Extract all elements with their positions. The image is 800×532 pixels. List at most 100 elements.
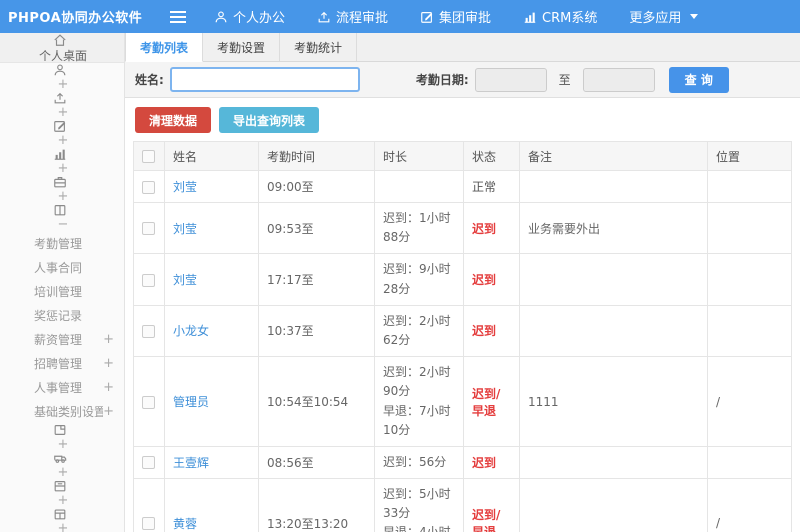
tab-1[interactable]: 考勤设置 [203,33,281,61]
sidebar-item-label: 人事合同 [34,260,83,275]
select-all-checkbox[interactable] [142,150,155,163]
table-row: 王壹辉 08:56至 迟到：56分 迟到 [133,445,792,480]
edit-icon [420,10,434,24]
sidebar-item-0[interactable]: 个人桌面 [0,33,124,63]
cell-location [707,253,792,306]
sidebar-item-4[interactable]: CRM系统+ [0,147,124,175]
row-checkbox[interactable] [142,222,155,236]
tab-0[interactable]: 考勤列表 [125,33,204,62]
cell-duration: 迟到：2小时90分 早退：7小时10分 [374,356,464,447]
duration-line: 早退：7小时10分 [383,403,451,437]
sidebar-item-13[interactable]: 人事管理 + [0,375,124,399]
cell-name[interactable]: 王壹辉 [164,445,259,480]
sidebar-item-16[interactable]: 用车管理+ [0,451,124,479]
cell-time: 10:37至 [258,304,375,358]
flow-icon [317,10,331,24]
expand-icon[interactable]: + [58,105,69,119]
cell-name[interactable]: 管理员 [164,356,259,447]
cell-name[interactable]: 小龙女 [164,304,259,358]
expand-icon[interactable]: + [58,161,69,175]
row-checkbox[interactable] [142,273,155,287]
tab-bar: 考勤列表 考勤设置 考勤统计 [125,33,800,62]
sidebar-item-10[interactable]: 奖惩记录 [0,303,124,327]
sidebar-item-9[interactable]: 培训管理 [0,279,124,303]
sidebar-item-15[interactable]: 公文管理+ [0,423,124,451]
row-checkbox[interactable] [142,456,155,470]
tab-2[interactable]: 考勤统计 [280,33,358,61]
column-header-3: 状态 [463,141,520,171]
sidebar-item-7[interactable]: 考勤管理 [0,231,124,255]
sidebar-item-12[interactable]: 招聘管理 + [0,351,124,375]
sidebar-item-5[interactable]: 行政办公+ [0,175,124,203]
row-checkbox[interactable] [142,324,155,338]
sidebar-item-1[interactable]: 个人办公+ [0,63,124,91]
sidebar-item-17[interactable]: 档案管理+ [0,479,124,507]
sidebar-item-2[interactable]: 流程审批+ [0,91,124,119]
expand-icon[interactable]: + [58,493,69,507]
attendance-table: 姓名 考勤时间 时长 状态 备注 位置 刘莹 09:00至 正常 刘莹 09:53至 迟到：1小时8… [133,141,792,532]
date-to-label: 至 [558,73,571,87]
nav-item-1[interactable]: 流程审批 [301,0,404,33]
export-list-button[interactable]: 导出查询列表 [219,107,320,133]
row-checkbox[interactable] [142,517,155,531]
cell-status: 迟到 [463,445,520,480]
sidebar-item-label: 培训管理 [34,284,83,299]
nav-item-2[interactable]: 集团审批 [404,0,507,33]
archive-icon [53,479,73,493]
sidebar-item-3[interactable]: 集团审批+ [0,119,124,147]
search-button[interactable]: 查 询 [668,66,729,93]
sidebar-item-label: 薪资管理 [34,332,83,347]
sidebar-item-8[interactable]: 人事合同 [0,255,124,279]
cell-name[interactable]: 黄蓉 [164,478,259,532]
doc-icon [53,423,73,437]
clean-data-button[interactable]: 清理数据 [135,107,212,133]
cell-duration: 迟到：56分 [374,445,464,480]
expand-icon[interactable]: + [103,404,114,419]
cell-duration: 迟到：9小时28分 [374,253,464,306]
nav-item-label: 更多应用 [629,11,682,26]
cell-name[interactable]: 刘莹 [164,170,259,203]
column-header-0: 姓名 [164,141,259,171]
nav-item-label: CRM系统 [542,11,598,26]
expand-icon[interactable]: + [58,189,69,203]
expand-icon[interactable]: + [103,380,114,395]
cell-location: / [707,356,792,447]
hamburger-menu-icon[interactable] [158,10,198,24]
flow-icon [53,91,73,105]
column-header-2: 时长 [374,141,464,171]
cell-note: 业务需要外出 [519,201,708,255]
cell-name[interactable]: 刘莹 [164,253,259,306]
sidebar-item-label: 奖惩记录 [34,308,83,323]
cell-name[interactable]: 刘莹 [164,201,259,255]
sidebar-item-14[interactable]: 基础类别设置 + [0,399,124,423]
nav-item-3[interactable]: CRM系统 [507,0,613,33]
date-to-input[interactable] [582,67,655,92]
collapse-icon[interactable]: − [58,217,69,231]
nav-item-0[interactable]: 个人办公 [198,0,301,33]
cell-location [707,170,792,203]
row-checkbox[interactable] [142,180,155,194]
action-bar: 清理数据 导出查询列表 [125,98,800,141]
expand-icon[interactable]: + [58,77,69,91]
expand-icon[interactable]: + [58,465,69,479]
user-icon [53,63,73,77]
expand-icon[interactable]: + [103,332,114,347]
cell-duration: 迟到：5小时33分早退：4小时67分 [374,478,464,532]
date-from-input[interactable] [474,67,547,92]
duration-line: 迟到：2小时90分 [383,365,451,399]
table-row: 小龙女 10:37至 迟到：2小时62分 迟到 [133,304,792,358]
expand-icon[interactable]: + [103,356,114,371]
app-logo: PHPOA协同办公软件 [8,11,143,26]
cell-status: 迟到 [463,253,520,306]
sidebar-item-11[interactable]: 薪资管理 + [0,327,124,351]
expand-icon[interactable]: + [58,437,69,451]
name-filter-input[interactable] [169,67,360,92]
cell-note [519,170,708,203]
row-checkbox[interactable] [142,395,155,409]
expand-icon[interactable]: + [58,133,69,147]
nav-item-4[interactable]: 更多应用 [613,0,714,33]
edit-icon [53,119,73,133]
sidebar-item-18[interactable]: 项目管理+ [0,507,124,532]
sidebar-item-6[interactable]: 人力资源− [0,203,124,231]
expand-icon[interactable]: + [58,521,69,532]
